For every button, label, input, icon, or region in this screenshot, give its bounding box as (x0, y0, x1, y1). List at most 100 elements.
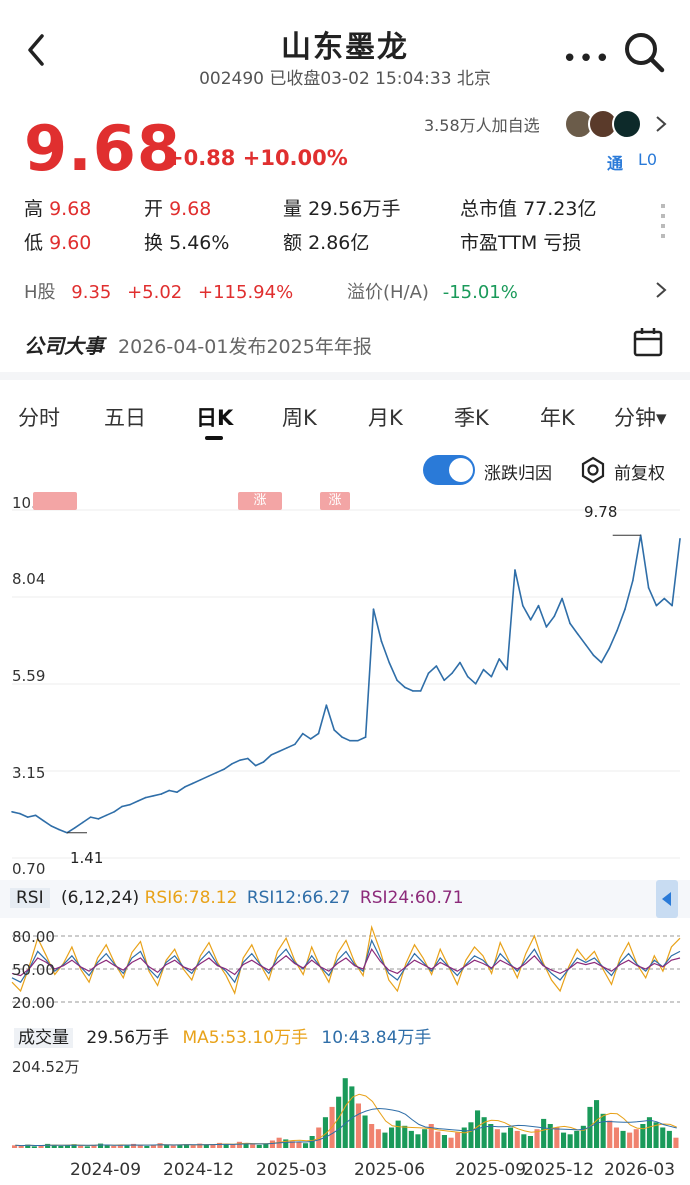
stat-open: 开 9.68 (144, 198, 212, 220)
price-point (34, 814, 37, 817)
volume-bar (256, 1144, 262, 1148)
price-chart[interactable] (0, 490, 690, 870)
volume-max-tick: 204.52万 (12, 1058, 80, 1076)
price-point (278, 750, 281, 753)
watchers-count[interactable]: 3.58万人加自选 (424, 112, 540, 136)
price-point (647, 587, 650, 589)
volume-bar (296, 1142, 302, 1148)
volume-legend[interactable]: 成交量 29.56万手 MA5:53.10万手 10:43.84万手 (14, 1023, 431, 1048)
tab-minute[interactable]: 分钟▾ (614, 402, 667, 432)
volume-bar (408, 1130, 414, 1148)
tab-monthly-k[interactable]: 月K (368, 402, 403, 432)
rsi-chart[interactable] (0, 920, 690, 1012)
limit-up-marker[interactable]: 涨 (320, 492, 350, 510)
tab-weekly-k[interactable]: 周K (282, 402, 317, 432)
volume-bar (269, 1140, 275, 1148)
price-point (129, 803, 131, 806)
volume-bar (375, 1129, 381, 1148)
volume-bar (521, 1134, 527, 1148)
volume-bar (627, 1132, 633, 1148)
volume-bar (561, 1132, 567, 1148)
high-annotation: 9.78 (584, 503, 618, 521)
search-icon[interactable] (622, 30, 666, 74)
volume-bar (402, 1125, 408, 1148)
volume-bar (58, 1145, 64, 1148)
tab-yearly-k[interactable]: 年K (540, 402, 575, 432)
price-point (474, 683, 477, 685)
chevron-right-icon[interactable] (654, 280, 668, 300)
price-point (333, 729, 336, 731)
volume-bar (104, 1145, 110, 1148)
volume-bar (666, 1130, 672, 1148)
tab-five-day[interactable]: 五日 (104, 402, 146, 432)
price-point (380, 640, 383, 642)
price-point (624, 608, 626, 610)
volume-bar (45, 1143, 51, 1148)
price-point (427, 672, 430, 674)
price-point (482, 668, 485, 671)
volume-bar (230, 1144, 236, 1148)
stats-expand-icon[interactable] (661, 204, 665, 238)
volume-bar (620, 1130, 626, 1148)
volume-bar (98, 1143, 104, 1148)
price-point (246, 757, 249, 760)
company-event[interactable]: 公司大事 2026-04-01发布2025年年报 (24, 330, 372, 359)
collapse-panel-button[interactable] (656, 880, 678, 918)
x-tick: 2025-12 (523, 1160, 595, 1180)
low-annotation: 1.41 (70, 849, 104, 867)
price-point (632, 579, 634, 582)
premium: 溢价(H/A) -15.01% (347, 282, 518, 303)
volume-bar (236, 1141, 242, 1148)
hshare-row[interactable]: H股 9.35 +5.02 +115.94% (24, 278, 293, 304)
volume-bar (600, 1113, 606, 1148)
volume-bar (415, 1134, 421, 1148)
rsi-tick: 20.00 (12, 994, 55, 1012)
volume-bar (144, 1145, 150, 1148)
volume-chart[interactable] (0, 1076, 690, 1150)
volume-bar (250, 1144, 256, 1148)
volume-bar (389, 1127, 395, 1148)
settings-icon[interactable] (579, 456, 607, 484)
price-point (191, 782, 194, 785)
price-point (592, 654, 595, 657)
price-point (254, 764, 257, 767)
section-divider (0, 372, 690, 380)
volume-bar (111, 1145, 117, 1148)
chevron-right-icon[interactable] (654, 114, 668, 134)
price-point (529, 619, 532, 621)
avatar[interactable] (612, 109, 642, 139)
calendar-icon[interactable] (632, 326, 664, 358)
volume-bar (303, 1143, 309, 1148)
price-point (498, 658, 501, 660)
price-change: +0.88 +10.00% (166, 146, 348, 170)
price-point (671, 604, 673, 607)
volume-bar (395, 1120, 401, 1148)
tab-quarterly-k[interactable]: 季K (454, 402, 489, 432)
limit-up-marker[interactable] (33, 492, 77, 510)
price-point (199, 778, 202, 781)
volume-bar (382, 1132, 388, 1148)
volume-bar (217, 1142, 223, 1148)
limit-up-marker[interactable]: 涨 (238, 492, 282, 510)
rsi-legend[interactable]: RSI (6,12,24) RSI6:78.12 RSI12:66.27 RSI… (10, 888, 464, 908)
price-point (663, 597, 666, 600)
price-point (655, 604, 658, 607)
price-point (50, 825, 53, 827)
more-options-icon[interactable]: ••• (562, 44, 611, 74)
price-point (467, 675, 469, 678)
adjust-label[interactable]: 前复权 (614, 459, 665, 484)
volume-bar (660, 1127, 666, 1148)
price-point (388, 661, 391, 664)
volume-bar (633, 1129, 639, 1148)
x-tick: 2025-09 (455, 1160, 527, 1180)
price-point (553, 615, 556, 618)
tab-intraday[interactable]: 分时 (18, 402, 60, 432)
volume-bar (170, 1145, 176, 1148)
tab-daily-k[interactable]: 日K (196, 402, 233, 432)
price-point (294, 743, 296, 746)
connect-badge: 通 (607, 154, 624, 173)
price-point (569, 622, 571, 625)
price-point (364, 736, 367, 738)
price-point (176, 791, 178, 794)
volume-bar (488, 1124, 494, 1148)
